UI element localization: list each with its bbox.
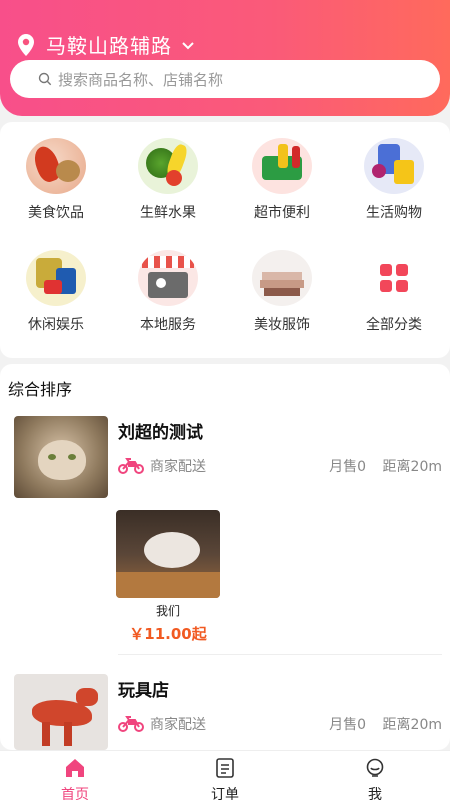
category-supermarket[interactable]: 超市便利	[226, 138, 338, 222]
monthly-sales: 月售0	[329, 717, 366, 733]
food-icon	[26, 138, 86, 194]
tab-home[interactable]: 首页	[0, 757, 150, 800]
supermarket-icon	[252, 138, 312, 194]
location-selector[interactable]: 马鞍山路辅路	[14, 30, 196, 59]
product-name: 我们	[155, 604, 180, 618]
leisure-icon	[26, 250, 86, 306]
grid-icon	[364, 250, 424, 306]
category-shopping[interactable]: 生活购物	[338, 138, 450, 222]
chevron-down-icon	[182, 41, 194, 49]
category-local-service[interactable]: 本地服务	[112, 250, 224, 334]
beauty-icon	[252, 250, 312, 306]
divider	[118, 654, 442, 655]
product-price: ￥11.00起	[129, 625, 207, 643]
category-food[interactable]: 美食饮品	[0, 138, 112, 222]
category-label: 美妆服饰	[254, 317, 310, 333]
product-card[interactable]: 我们 ￥11.00起	[116, 510, 220, 644]
product-image	[116, 510, 220, 598]
monthly-sales: 月售0	[329, 459, 366, 475]
category-label: 本地服务	[140, 317, 196, 333]
category-label: 超市便利	[254, 205, 310, 221]
category-all[interactable]: 全部分类	[338, 250, 450, 334]
location-text: 马鞍山路辅路	[46, 34, 172, 58]
header: 马鞍山路辅路 搜索商品名称、店铺名称	[0, 0, 450, 116]
motorcycle-icon	[118, 458, 144, 474]
order-icon	[216, 758, 234, 778]
category-label: 生鲜水果	[140, 205, 196, 221]
tab-orders[interactable]: 订单	[150, 757, 300, 800]
shop-name: 玩具店	[118, 681, 169, 701]
delivery-type: 商家配送	[150, 717, 206, 733]
motorcycle-icon	[118, 716, 144, 732]
shopping-icon	[364, 138, 424, 194]
search-input[interactable]: 搜索商品名称、店铺名称	[10, 60, 440, 98]
search-placeholder: 搜索商品名称、店铺名称	[58, 70, 224, 89]
category-leisure[interactable]: 休闲娱乐	[0, 250, 112, 334]
shop-thumbnail	[14, 674, 108, 750]
distance: 距离20m	[382, 717, 442, 733]
category-grid: 美食饮品 生鲜水果 超市便利 生活购物 休闲娱乐 本地服务 美妆服饰 全部分类	[0, 122, 450, 358]
tab-label: 订单	[211, 787, 239, 800]
shop-thumbnail	[14, 416, 108, 498]
shop-name: 刘超的测试	[118, 423, 203, 443]
home-icon	[66, 759, 84, 777]
delivery-type: 商家配送	[150, 459, 206, 475]
shop-list: 综合排序 刘超的测试 商家配送 月售0 距离20m 我们 ￥11.00起 玩具店…	[0, 364, 450, 750]
sort-title[interactable]: 综合排序	[8, 376, 72, 400]
search-icon	[38, 72, 52, 86]
profile-icon	[366, 758, 384, 777]
fruit-icon	[138, 138, 198, 194]
bottom-tab-bar: 首页 订单 我	[0, 750, 450, 800]
category-label: 休闲娱乐	[28, 317, 84, 333]
category-fruit[interactable]: 生鲜水果	[112, 138, 224, 222]
local-service-icon	[138, 250, 198, 306]
category-label: 美食饮品	[28, 205, 84, 221]
distance: 距离20m	[382, 459, 442, 475]
category-label: 全部分类	[366, 317, 422, 333]
tab-label: 首页	[61, 787, 89, 800]
category-label: 生活购物	[366, 205, 422, 221]
map-pin-icon	[18, 33, 34, 56]
tab-label: 我	[368, 787, 382, 800]
tab-profile[interactable]: 我	[300, 757, 450, 800]
category-beauty[interactable]: 美妆服饰	[226, 250, 338, 334]
